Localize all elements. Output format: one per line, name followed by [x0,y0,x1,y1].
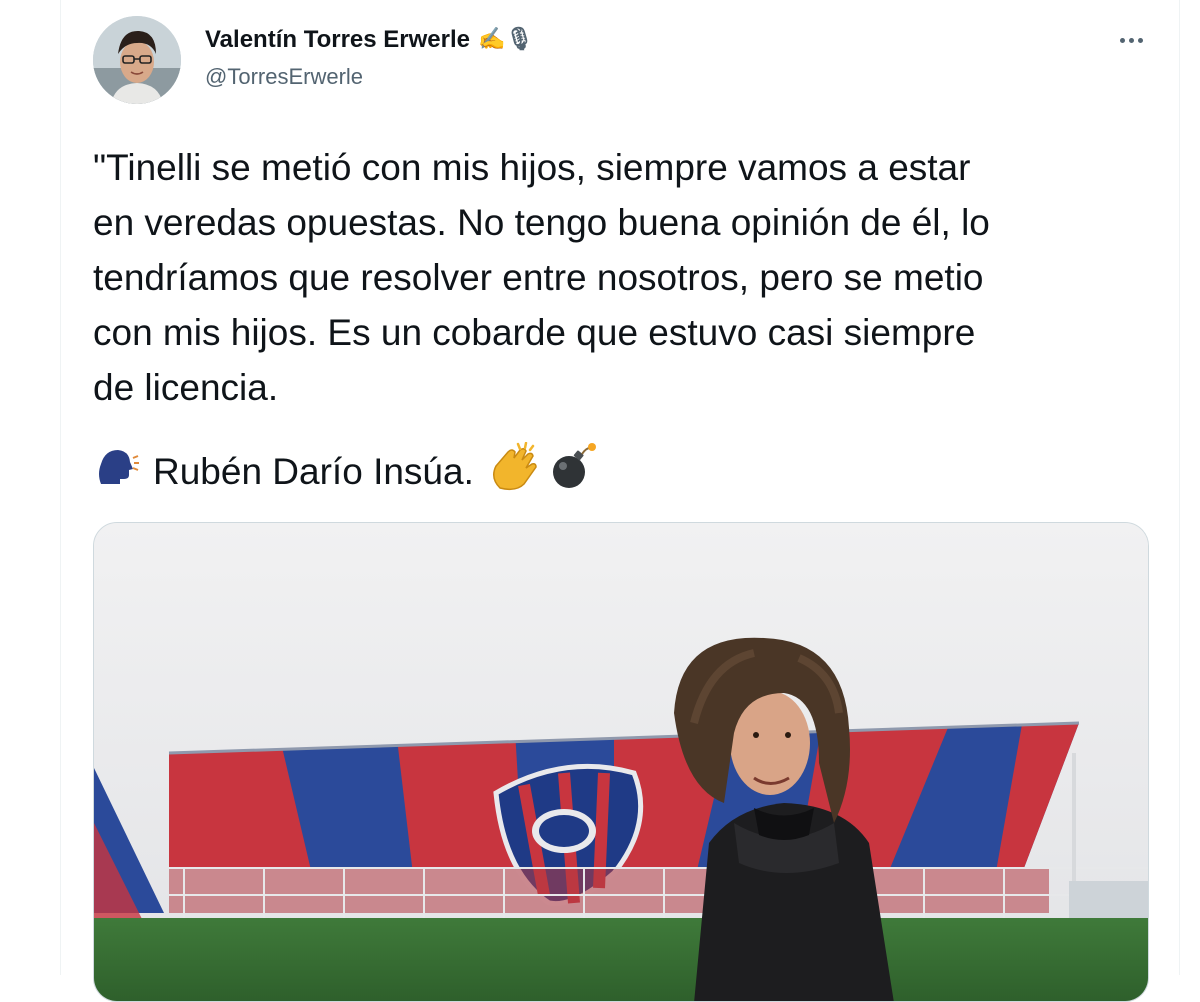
name-emojis: ✍️🎙 [478,27,534,52]
more-dot [1128,37,1134,43]
tweet-signature-line: Rubén Darío Insúa. [93,441,598,501]
speaking-head-icon [93,444,139,499]
signature-name: Rubén Darío Insúa. [153,450,474,492]
more-options-button[interactable] [1111,24,1151,56]
tweet-photo[interactable] [93,522,1149,1002]
tweet-text: "Tinelli se metió con mis hijos, siempre… [93,147,990,408]
bomb-icon [548,442,598,501]
more-options-icon [1119,37,1125,43]
author-name-text: Valentín Torres Erwerle [205,26,470,53]
avatar-photo [93,16,181,104]
author-avatar[interactable] [93,16,181,104]
stadium-photo [94,523,1148,1001]
more-dot [1137,37,1143,43]
tweet-card: Valentín Torres Erwerle ✍️🎙 @TorresErwer… [60,0,1180,1002]
author-name[interactable]: Valentín Torres Erwerle ✍️🎙 [205,26,533,54]
author-handle[interactable]: @TorresErwerle [205,64,363,90]
clapping-hands-icon [488,441,546,501]
